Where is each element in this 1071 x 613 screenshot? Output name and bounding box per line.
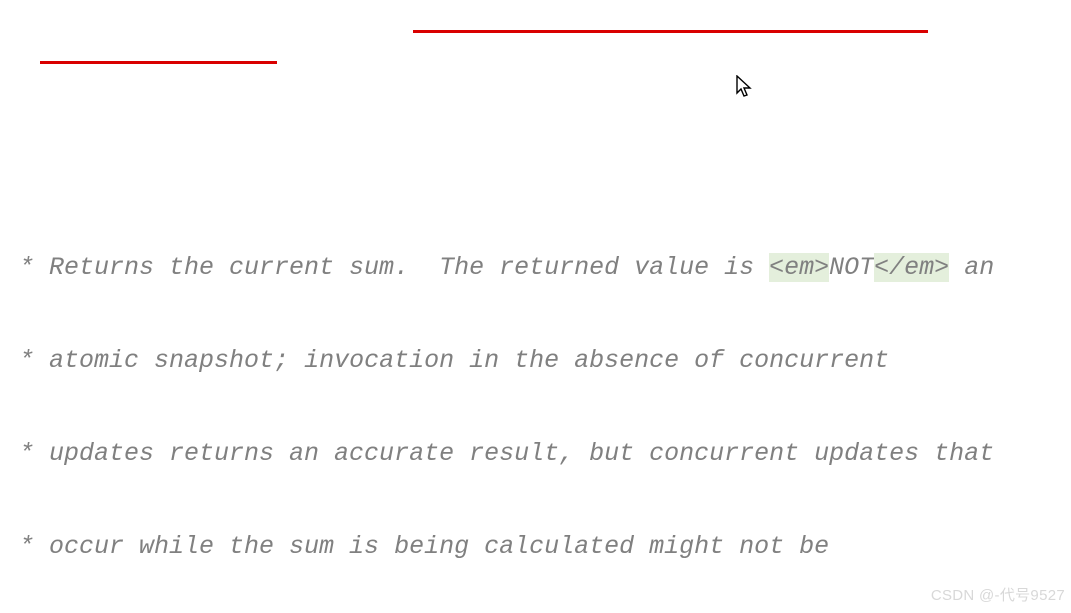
comment-text: * occur while the sum is being calculate… — [4, 532, 829, 561]
comment-text: * — [4, 346, 49, 375]
code-editor: * Returns the current sum. The returned … — [0, 0, 1071, 613]
comment-text: * Returns the current sum. — [4, 253, 439, 282]
not-text: NOT — [829, 253, 874, 282]
javadoc-line: * occur while the sum is being calculate… — [0, 531, 1071, 562]
red-underline-1 — [413, 30, 928, 33]
red-underline-2 — [40, 61, 277, 64]
comment-text: an — [949, 253, 994, 282]
current-line-highlight — [0, 378, 970, 406]
javadoc-line: * atomic snapshot; invocation in the abs… — [0, 345, 1071, 376]
comment-underlined: The returned value is — [439, 253, 769, 282]
javadoc-line: * updates returns an accurate result, bu… — [0, 438, 1071, 469]
javadoc-line: * Returns the current sum. The returned … — [0, 252, 1071, 283]
comment-text: invocation in the absence of concurrent — [289, 346, 889, 375]
em-close-tag: </em> — [874, 253, 949, 282]
comment-text: * updates returns an accurate result, bu… — [4, 439, 994, 468]
em-open-tag: <em> — [769, 253, 829, 282]
watermark-text: CSDN @-代号9527 — [931, 580, 1065, 611]
comment-underlined: atomic snapshot; — [49, 346, 289, 375]
